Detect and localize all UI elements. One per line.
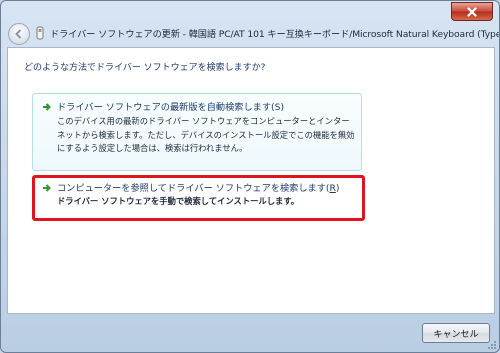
footer-bar: キャンセル (1, 313, 499, 352)
green-arrow-icon (43, 184, 51, 192)
back-button[interactable] (8, 23, 30, 45)
browse-computer-description: ドライバー ソフトウェアを手動で検索してインストールします。 (57, 196, 300, 206)
window-title: ドライバー ソフトウェアの更新 - 韓国語 PC/AT 101 キー互換キーボー… (50, 29, 500, 40)
browse-computer-title-main: コンピューターを参照してドライバー ソフトウェアを検索します( (57, 183, 330, 194)
wizard-window: ドライバー ソフトウェアの更新 - 韓国語 PC/AT 101 キー互換キーボー… (0, 0, 500, 353)
auto-search-option[interactable]: ドライバー ソフトウェアの最新版を自動検索します(S) このデバイス用の最新のド… (32, 93, 362, 171)
auto-search-description-line: ネットから検索します。ただし、デバイスのインストール設定でこの機能を無効 (57, 129, 355, 140)
browse-computer-title-end: ) (335, 183, 340, 194)
navigation-bar: ドライバー ソフトウェアの更新 - 韓国語 PC/AT 101 キー互換キーボー… (1, 19, 499, 47)
auto-search-description-line: このデバイス用の最新のドライバー ソフトウェアをコンピューターとインター (57, 116, 350, 126)
auto-search-description: このデバイス用の最新のドライバー ソフトウェアをコンピューターとインター ネット… (57, 115, 354, 156)
search-method-question: どのような方法でドライバー ソフトウェアを検索しますか? (24, 63, 266, 73)
browse-computer-title: コンピューターを参照してドライバー ソフトウェアを検索します(R) (57, 180, 339, 194)
content-panel: どのような方法でドライバー ソフトウェアを検索しますか? ドライバー ソフトウェ… (7, 47, 495, 314)
auto-search-title: ドライバー ソフトウェアの最新版を自動検索します(S) (57, 102, 285, 113)
green-arrow-icon (43, 103, 51, 111)
keyboard-device-icon (36, 26, 44, 40)
back-arrow-icon (15, 29, 22, 39)
auto-search-description-line: にするよう設定した場合は、検索は行われません。 (57, 143, 248, 153)
browse-computer-option[interactable]: コンピューターを参照してドライバー ソフトウェアを検索します(R) ドライバー … (32, 175, 365, 221)
close-icon (467, 6, 477, 17)
cancel-button[interactable]: キャンセル (422, 323, 490, 343)
resize-grip-icon[interactable] (487, 340, 497, 350)
